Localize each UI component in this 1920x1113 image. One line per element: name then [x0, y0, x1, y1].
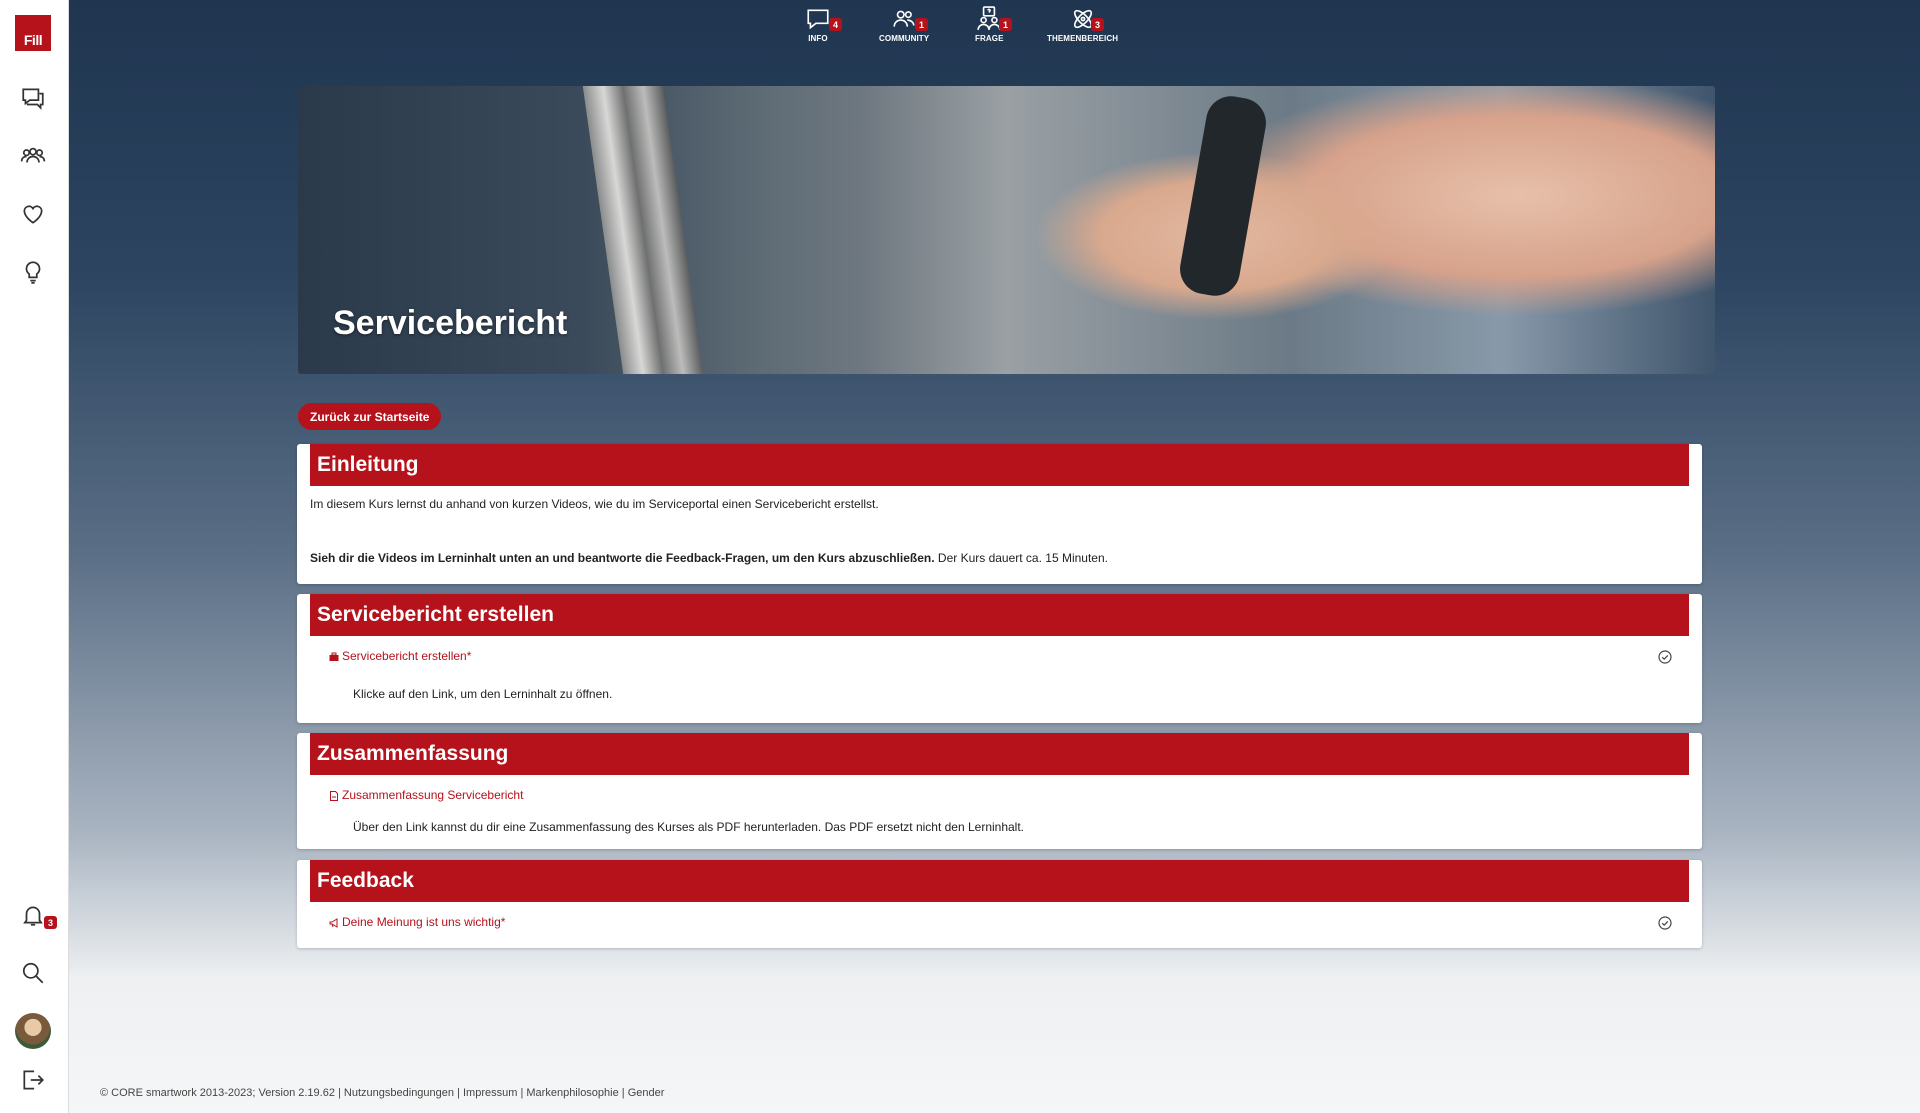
footer-link-gender[interactable]: Gender	[628, 1087, 665, 1099]
community-badge: 1	[915, 18, 928, 31]
avatar[interactable]	[15, 1013, 51, 1049]
create-description: Klicke auf den Link, um den Lerninhalt z…	[353, 687, 613, 701]
community-icon[interactable]	[19, 142, 47, 170]
community-icon	[893, 10, 915, 27]
intro-duration: Der Kurs dauert ca. 15 Minuten.	[934, 551, 1108, 565]
toolbox-icon	[329, 651, 339, 661]
footer-link-terms[interactable]: Nutzungsbedingungen	[344, 1087, 454, 1099]
create-report-link[interactable]: Servicebericht erstellen*	[329, 649, 471, 663]
hero-banner: Servicebericht	[298, 86, 1715, 374]
bell-icon[interactable]	[19, 901, 47, 929]
feedback-link-label: Deine Meinung ist uns wichtig*	[342, 915, 506, 929]
topnav-item-themenbereich[interactable]: 3 THEMENBEREICH	[1047, 6, 1118, 43]
hero-image-frame	[582, 86, 704, 374]
section-feedback: Feedback Deine Meinung ist uns wichtig*	[297, 860, 1702, 948]
create-report-link-label: Servicebericht erstellen*	[342, 649, 472, 663]
summary-pdf-link[interactable]: Zusammenfassung Servicebericht	[329, 788, 523, 802]
section-title: Zusammenfassung	[310, 733, 1689, 775]
sidebar: Fill 3	[0, 0, 69, 1113]
chat-icon[interactable]	[19, 84, 47, 112]
check-circle-icon	[1658, 916, 1672, 930]
footer-link-brand[interactable]: Markenphilosophie	[526, 1087, 618, 1099]
topnav-label: FRAGE	[975, 34, 1004, 43]
summary-pdf-link-label: Zusammenfassung Servicebericht	[342, 788, 524, 802]
heart-icon[interactable]	[19, 200, 47, 228]
themenbereich-badge: 3	[1091, 18, 1104, 31]
topnav-item-community[interactable]: 1 COMMUNITY	[879, 6, 929, 43]
intro-instructions-bold: Sieh dir die Videos im Lerninhalt unten …	[310, 551, 935, 565]
top-navigation: 4 INFO 1 COMMUNITY 1 FRAGE 3 THEMENBEREI…	[0, 6, 1920, 50]
section-title: Servicebericht erstellen	[310, 594, 1689, 636]
intro-text: Im diesem Kurs lernst du anhand von kurz…	[310, 497, 879, 511]
topnav-item-frage[interactable]: 1 FRAGE	[975, 6, 1012, 43]
topnav-item-info[interactable]: 4 INFO	[805, 6, 842, 43]
logout-icon[interactable]	[19, 1066, 47, 1094]
topnav-label: COMMUNITY	[879, 34, 930, 43]
footer-link-imprint[interactable]: Impressum	[463, 1087, 517, 1099]
check-circle-icon	[1658, 650, 1672, 664]
chat-icon	[807, 9, 829, 30]
lightbulb-icon[interactable]	[19, 258, 47, 286]
back-to-start-button[interactable]: Zurück zur Startseite	[298, 403, 442, 430]
intro-instructions: Sieh dir die Videos im Lerninhalt unten …	[310, 551, 1108, 565]
frage-badge: 1	[999, 18, 1012, 31]
hero-image-watch	[1176, 92, 1270, 300]
notifications-badge: 3	[44, 916, 57, 929]
pdf-file-icon	[329, 790, 339, 801]
section-summary: Zusammenfassung Zusammenfassung Serviceb…	[297, 733, 1702, 849]
feedback-link[interactable]: Deine Meinung ist uns wichtig*	[329, 915, 505, 929]
info-badge: 4	[829, 18, 842, 31]
section-title: Feedback	[310, 860, 1689, 902]
topnav-label: INFO	[808, 34, 828, 43]
section-create: Servicebericht erstellen Servicebericht …	[297, 594, 1702, 723]
search-icon[interactable]	[19, 959, 47, 987]
summary-description: Über den Link kannst du dir eine Zusamme…	[353, 820, 1025, 834]
copyright: © CORE smartwork 2013-2023; Version 2.19…	[100, 1087, 341, 1099]
footer: © CORE smartwork 2013-2023; Version 2.19…	[100, 1087, 665, 1099]
megaphone-icon	[329, 917, 339, 928]
page-title: Servicebericht	[333, 304, 568, 342]
section-intro: Einleitung Im diesem Kurs lernst du anha…	[297, 444, 1702, 584]
section-title: Einleitung	[310, 444, 1689, 486]
topnav-label: THEMENBEREICH	[1047, 34, 1119, 43]
